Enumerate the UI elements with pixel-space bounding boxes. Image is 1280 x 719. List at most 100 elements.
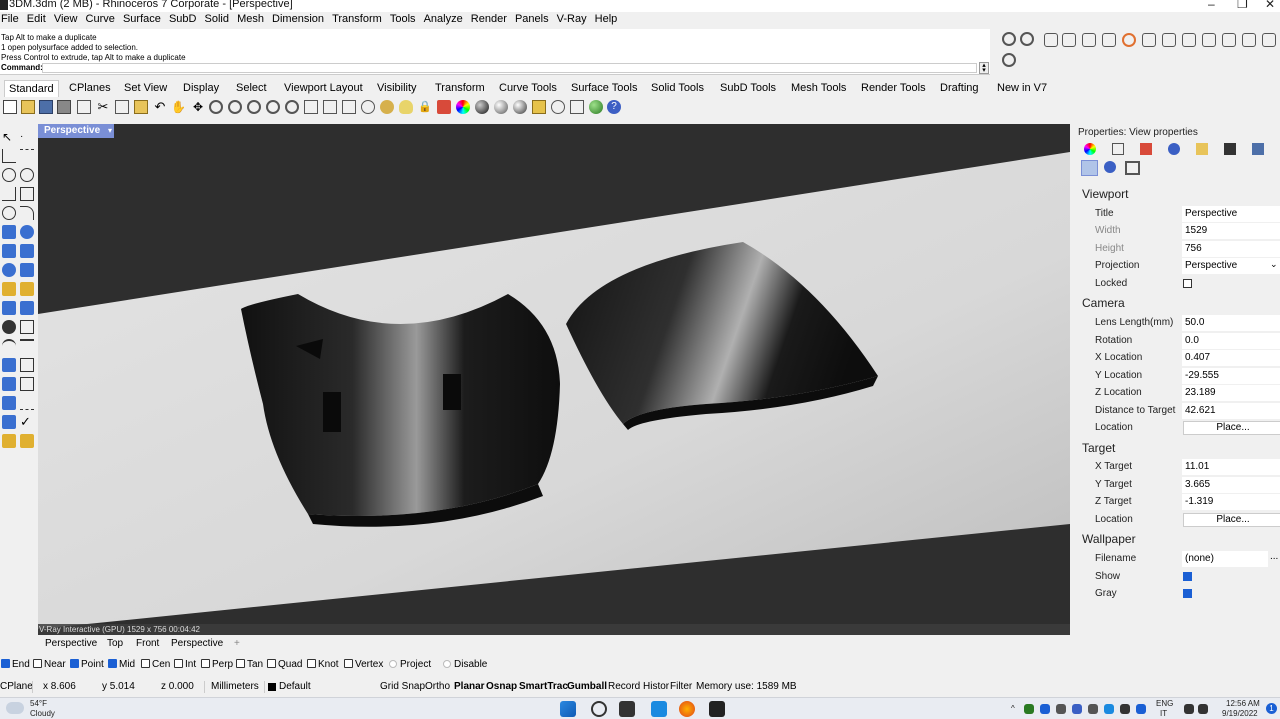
radio[interactable] [389, 660, 397, 668]
gray-checkbox[interactable] [1183, 589, 1192, 598]
globe-icon[interactable] [589, 100, 603, 114]
tray-chevron-icon[interactable]: ^ [1011, 704, 1015, 713]
status-smarttrack[interactable]: SmartTrac [519, 679, 568, 694]
x-location-field[interactable]: 0.407 [1182, 350, 1280, 366]
lens-length-field[interactable]: 50.0 [1182, 315, 1280, 331]
object-color-icon[interactable] [1084, 143, 1096, 155]
status-grid-snap[interactable]: Grid Snap [380, 679, 425, 694]
cloud-icon[interactable] [6, 702, 24, 714]
menu-edit[interactable]: Edit [26, 12, 50, 27]
sphere-icon[interactable] [2, 263, 16, 277]
select-all-icon[interactable] [380, 100, 394, 114]
dimension-icon[interactable] [2, 301, 16, 315]
tray-app-icon[interactable] [1072, 704, 1082, 714]
menu-transform[interactable]: Transform [331, 12, 386, 27]
zoom-icon[interactable] [209, 100, 223, 114]
mesh-icon[interactable] [2, 282, 16, 296]
rectangle-icon[interactable] [20, 187, 34, 201]
status-osnap[interactable]: Osnap [486, 679, 517, 694]
rotate-view-icon[interactable] [285, 100, 299, 114]
tab-standard[interactable]: Standard [4, 80, 59, 97]
radio[interactable] [443, 660, 451, 668]
bluetooth-icon[interactable] [1136, 704, 1146, 714]
menu-render[interactable]: Render [470, 12, 511, 27]
firefox-icon[interactable] [679, 701, 695, 717]
language[interactable]: ENG [1156, 699, 1173, 708]
menu-mesh[interactable]: Mesh [236, 12, 268, 27]
tab-curve-tools[interactable]: Curve Tools [495, 80, 561, 97]
tab-render-tools[interactable]: Render Tools [857, 80, 930, 97]
menu-curve[interactable]: Curve [85, 12, 119, 27]
search-icon[interactable] [591, 701, 607, 717]
open-icon[interactable] [21, 100, 35, 114]
pencil-icon[interactable] [1112, 143, 1124, 155]
command-input[interactable] [42, 63, 977, 73]
status-record-history[interactable]: Record Histor [608, 679, 669, 694]
group-icon[interactable] [2, 415, 16, 429]
checkbox[interactable] [344, 659, 353, 668]
zoom-window-icon[interactable] [228, 100, 242, 114]
title-field[interactable]: Perspective [1182, 206, 1280, 222]
dropbox-icon[interactable] [1104, 704, 1114, 714]
color-wheel-icon[interactable] [456, 100, 470, 114]
menu-analyze[interactable]: Analyze [423, 12, 467, 27]
teapot-icon[interactable] [1044, 33, 1058, 47]
checkbox[interactable] [33, 659, 42, 668]
vray-help-icon[interactable] [1002, 53, 1016, 67]
tab-cplanes[interactable]: CPlanes [65, 80, 115, 97]
properties-icon[interactable] [532, 100, 546, 114]
render-tab-icon[interactable] [1168, 143, 1180, 155]
extrude-icon[interactable] [2, 244, 16, 258]
close-button[interactable]: ✕ [1265, 0, 1275, 11]
text-icon[interactable] [20, 301, 34, 315]
material-tab-icon[interactable] [1140, 143, 1152, 155]
proxy-icon[interactable] [1142, 33, 1156, 47]
clock-time[interactable]: 12:56 AM [1226, 699, 1260, 708]
shade-icon[interactable] [361, 100, 375, 114]
osnap-mid[interactable]: Mid [108, 658, 135, 672]
osnap-end[interactable]: End [1, 658, 30, 672]
chevron-down-icon[interactable]: ⌄ [1270, 259, 1278, 270]
notification-badge[interactable]: 1 [1266, 703, 1277, 714]
weather-temp[interactable]: 54°F [30, 699, 47, 708]
tray-app-icon[interactable] [1040, 704, 1050, 714]
trim-icon[interactable] [20, 339, 34, 353]
vp-tab-top[interactable]: Top [107, 637, 123, 651]
revolve-icon[interactable] [20, 225, 34, 239]
join-icon[interactable] [20, 320, 34, 334]
checkbox[interactable] [174, 659, 183, 668]
menu-vray[interactable]: V-Ray [556, 12, 591, 27]
clock-date[interactable]: 9/19/2022 [1222, 709, 1258, 718]
check-icon[interactable]: ✓ [20, 415, 34, 429]
rendered-view-icon[interactable] [513, 100, 527, 114]
tab-viewport-layout[interactable]: Viewport Layout [280, 80, 367, 97]
render-icon[interactable] [2, 434, 16, 448]
material-ball-icon[interactable] [475, 100, 489, 114]
status-units[interactable]: Millimeters [211, 679, 259, 694]
osnap-int[interactable]: Int [174, 658, 196, 672]
line-icon[interactable] [20, 149, 34, 163]
width-field[interactable]: 1529 [1182, 223, 1280, 239]
z-target-field[interactable]: -1.319 [1182, 494, 1280, 510]
box-icon[interactable] [20, 244, 34, 258]
tab-select[interactable]: Select [232, 80, 271, 97]
tray-app-icon[interactable] [1024, 704, 1034, 714]
tab-surface-tools[interactable]: Surface Tools [567, 80, 641, 97]
viewport-title[interactable]: Perspective [38, 124, 107, 138]
checkbox[interactable] [141, 659, 150, 668]
show-checkbox[interactable] [1183, 572, 1192, 581]
osnap-quad[interactable]: Quad [267, 658, 302, 672]
cplane-icon[interactable] [323, 100, 337, 114]
undo-icon[interactable]: ↶ [153, 100, 167, 114]
polyline-icon[interactable] [2, 149, 16, 163]
y-target-field[interactable]: 3.665 [1182, 477, 1280, 493]
rotation-field[interactable]: 0.0 [1182, 333, 1280, 349]
scale-icon[interactable] [20, 358, 34, 372]
history-scroll-button[interactable]: ▴ ▾ [979, 62, 989, 74]
circle-icon[interactable] [2, 168, 16, 182]
x-target-field[interactable]: 11.01 [1182, 459, 1280, 475]
maximize-button[interactable]: ❐ [1237, 0, 1248, 11]
menu-dimension[interactable]: Dimension [271, 12, 328, 27]
menu-view[interactable]: View [53, 12, 82, 27]
cut-icon[interactable]: ✂ [96, 100, 110, 114]
